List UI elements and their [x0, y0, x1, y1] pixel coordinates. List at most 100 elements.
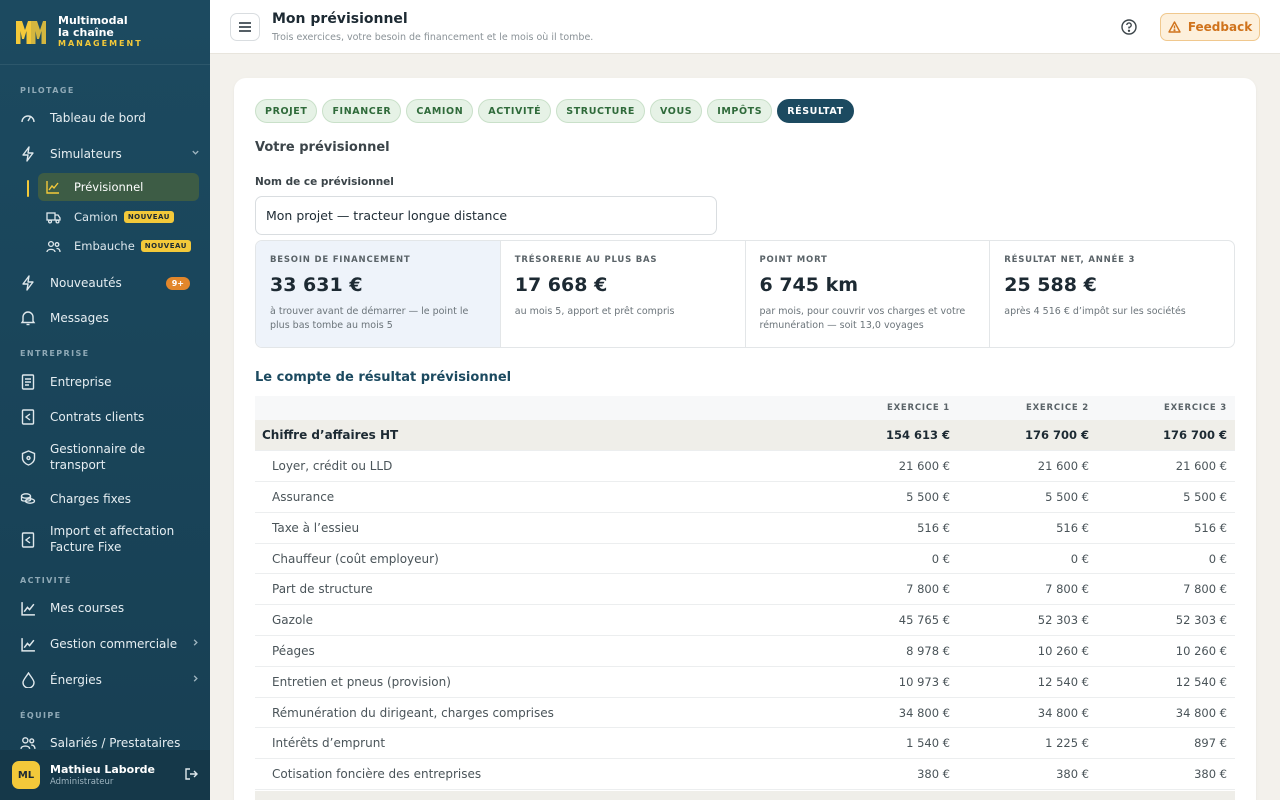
sidebar-item-messages[interactable]: Messages — [20, 309, 200, 327]
sidebar-item-charges-fixes[interactable]: Charges fixes — [20, 490, 200, 508]
table-row: Assurance 5 500 € 5 500 € 5 500 € — [255, 481, 1235, 513]
cell-value: 380 € — [818, 758, 958, 791]
sidebar-item-import-facture[interactable]: Import et affectation Facture Fixe — [20, 524, 200, 556]
avatar[interactable]: ML — [12, 761, 40, 789]
cell-value: 10 260 € — [958, 635, 1097, 667]
cell-value: 0 € — [958, 543, 1097, 575]
cell-value: 5 500 € — [818, 481, 958, 513]
kpi-value: 17 668 € — [514, 274, 608, 296]
sidebar-item-label: Facture Fixe — [50, 540, 122, 554]
cell-value: 0 € — [818, 543, 958, 575]
row-label: Péages — [255, 635, 818, 667]
cell-value: 516 € — [818, 512, 958, 544]
tab-impots[interactable]: IMPÔTS — [707, 99, 773, 123]
kpi-label: RÉSULTAT NET, ANNÉE 3 — [1004, 255, 1136, 265]
sidebar-item-mes-courses[interactable]: Mes courses — [20, 599, 200, 617]
sidebar-item-embauche[interactable]: Embauche NOUVEAU — [38, 232, 199, 260]
kpi-description: à trouver avant de démarrer — le point l… — [270, 306, 469, 332]
step-tabs: PROJET FINANCER CAMION ACTIVITÉ STRUCTUR… — [255, 99, 854, 123]
menu-button[interactable] — [230, 13, 260, 41]
cell-value: 516 € — [958, 512, 1097, 544]
page-subtitle: Trois exercices, votre besoin de finance… — [272, 32, 594, 43]
tab-resultat[interactable]: RÉSULTAT — [777, 99, 854, 123]
sidebar-item-gestion-commerciale[interactable]: Gestion commerciale — [20, 635, 200, 653]
column-header: EXERCICE 2 — [958, 396, 1097, 420]
cell-value: 12 540 € — [1097, 666, 1235, 698]
column-header: EXERCICE 3 — [1097, 396, 1235, 420]
coins-icon — [20, 491, 36, 507]
chevron-right-icon — [191, 638, 200, 650]
help-icon[interactable] — [1120, 18, 1138, 36]
table-row: Cotisation foncière des entreprises 380 … — [255, 758, 1235, 791]
tab-activite[interactable]: ACTIVITÉ — [478, 99, 552, 123]
row-label: Loyer, crédit ou LLD — [255, 450, 818, 483]
cell-value: 52 303 € — [958, 604, 1097, 637]
feedback-button[interactable]: Feedback — [1160, 13, 1260, 41]
sidebar-item-label: Prévisionnel — [74, 180, 144, 194]
new-badge: NOUVEAU — [123, 211, 174, 223]
row-label: Taxe à l’essieu — [255, 512, 818, 544]
kpi-value: 6 745 km — [759, 274, 859, 296]
sidebar-item-gestionnaire-transport[interactable]: Gestionnaire de transport — [20, 442, 200, 474]
sidebar-item-label: Camion — [74, 210, 118, 224]
cell-value: 52 303 € — [1097, 604, 1235, 637]
sidebar-item-camion[interactable]: Camion NOUVEAU — [38, 203, 199, 231]
chevron-right-icon — [191, 674, 200, 686]
sidebar-item-label: transport — [50, 458, 106, 472]
tab-camion[interactable]: CAMION — [406, 99, 474, 123]
page-title: Mon prévisionnel — [272, 11, 408, 27]
user-role: Administrateur — [50, 776, 114, 787]
section-title: Votre prévisionnel — [255, 140, 390, 155]
section-label-activite: ACTIVITÉ — [20, 576, 72, 585]
table-row: Part de structure 7 800 € 7 800 € 7 800 … — [255, 573, 1235, 606]
name-field-label: Nom de ce prévisionnel — [255, 176, 394, 188]
tab-financer[interactable]: FINANCER — [322, 99, 402, 123]
sidebar-item-label: Contrats clients — [50, 410, 145, 424]
sidebar-item-tableau-de-bord[interactable]: Tableau de bord — [20, 109, 200, 127]
sidebar-item-label: Import et affectation — [50, 524, 175, 539]
cell-value: 34 800 € — [958, 697, 1097, 729]
cell-value: 154 613 € — [818, 420, 958, 452]
brand-logo-icon — [14, 15, 48, 49]
shield-icon — [20, 450, 36, 466]
sidebar-item-contrats-clients[interactable]: Contrats clients — [20, 408, 200, 426]
row-label: Intérêts d’emprunt — [255, 727, 818, 760]
cell-value: 516 € — [1097, 512, 1235, 544]
sidebar-item-label: Charges fixes — [50, 492, 132, 506]
document-icon — [20, 374, 36, 390]
sidebar-item-energies[interactable]: Énergies — [20, 671, 200, 689]
sidebar-item-entreprise[interactable]: Entreprise — [20, 373, 200, 391]
tab-projet[interactable]: PROJET — [255, 99, 318, 123]
sidebar-item-label: Gestionnaire de — [50, 442, 146, 457]
sidebar-item-label: Messages — [50, 311, 109, 325]
forecast-name-input[interactable] — [255, 196, 717, 235]
sidebar-item-previsionnel[interactable]: Prévisionnel — [38, 173, 199, 201]
kpi-description: par mois, pour couvrir vos charges et vo… — [759, 306, 966, 332]
brand[interactable]: Multimodal la chaîne MANAGEMENT — [0, 0, 210, 64]
row-label: Entretien et pneus (provision) — [255, 666, 818, 698]
cell-value: 12 540 € — [958, 666, 1097, 698]
cell-value: 21 600 € — [958, 450, 1097, 483]
table-title: Le compte de résultat prévisionnel — [255, 370, 512, 385]
tab-structure[interactable]: STRUCTURE — [556, 99, 646, 123]
truck-icon — [46, 211, 62, 224]
sidebar-item-nouveautes[interactable]: Nouveautés 9+ — [20, 274, 200, 292]
table-row: Entretien et pneus (provision) 10 973 € … — [255, 666, 1235, 698]
brand-line-2: la chaîne — [58, 25, 114, 39]
income-statement-table: EXERCICE 1 EXERCICE 2 EXERCICE 3 Chiffre… — [255, 396, 1235, 791]
table-row: Rémunération du dirigeant, charges compr… — [255, 697, 1235, 729]
count-badge: 9+ — [165, 276, 190, 290]
chart-line-icon — [20, 636, 36, 652]
tab-vous[interactable]: VOUS — [650, 99, 703, 123]
section-label-pilotage: PILOTAGE — [20, 86, 75, 95]
sidebar-item-label: Simulateurs — [50, 147, 122, 161]
cell-value: 7 800 € — [1097, 573, 1235, 606]
sidebar-item-label: Salariés / Prestataires — [50, 736, 181, 750]
kpi-description: au mois 5, apport et prêt compris — [514, 306, 675, 317]
kpi-label: TRÉSORERIE AU PLUS BAS — [514, 255, 658, 265]
logout-icon[interactable] — [184, 766, 198, 785]
table-header-row: EXERCICE 1 EXERCICE 2 EXERCICE 3 — [255, 396, 1235, 420]
cell-value: 176 700 € — [1097, 420, 1235, 452]
row-label: Chiffre d’affaires HT — [255, 420, 818, 452]
sidebar-item-simulateurs[interactable]: Simulateurs — [20, 145, 200, 163]
